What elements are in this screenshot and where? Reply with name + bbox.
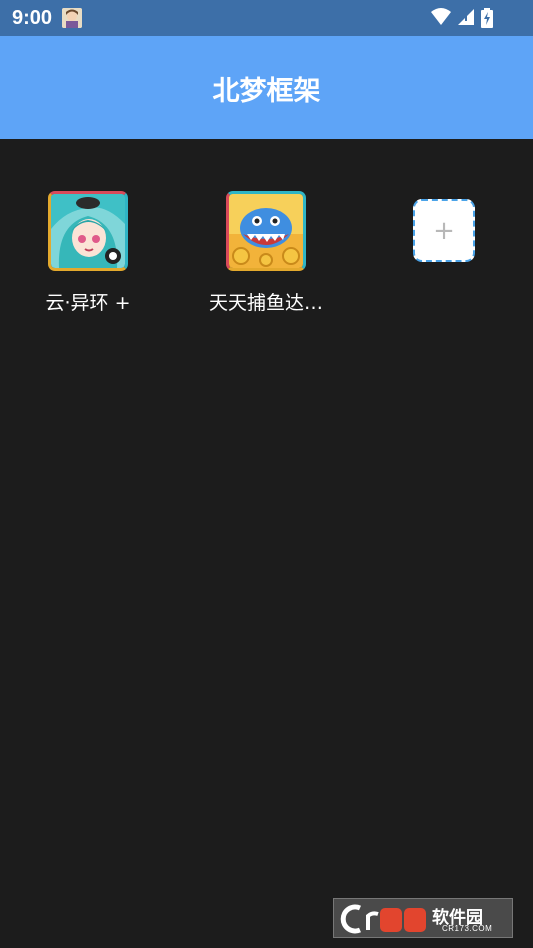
app-item-yihuan[interactable]: 云·异环 + bbox=[23, 191, 153, 315]
anime-girl-icon[interactable] bbox=[48, 191, 128, 271]
wifi-icon bbox=[431, 8, 451, 25]
shark-coin-icon[interactable] bbox=[226, 191, 306, 271]
watermark-logo-icon bbox=[340, 904, 426, 934]
add-app-button[interactable]: + bbox=[413, 199, 475, 262]
avatar-icon bbox=[62, 8, 82, 28]
page-title: 北梦框架 bbox=[212, 76, 321, 107]
app-item-fishing[interactable]: 天天捕鱼达… bbox=[201, 191, 331, 315]
watermark-domain: CR173.COM bbox=[442, 924, 493, 933]
watermark: 软件园 CR173.COM bbox=[333, 898, 513, 938]
signal-icon bbox=[458, 9, 474, 25]
app-label: 天天捕鱼达… bbox=[208, 292, 323, 314]
status-bar: 9:00 bbox=[0, 0, 533, 36]
app-label: 云·异环 + bbox=[45, 292, 131, 314]
battery-icon bbox=[481, 8, 493, 28]
status-time: 9:00 bbox=[12, 7, 53, 29]
plus-icon: + bbox=[433, 215, 455, 246]
app-bar: 北梦框架 bbox=[0, 36, 533, 139]
